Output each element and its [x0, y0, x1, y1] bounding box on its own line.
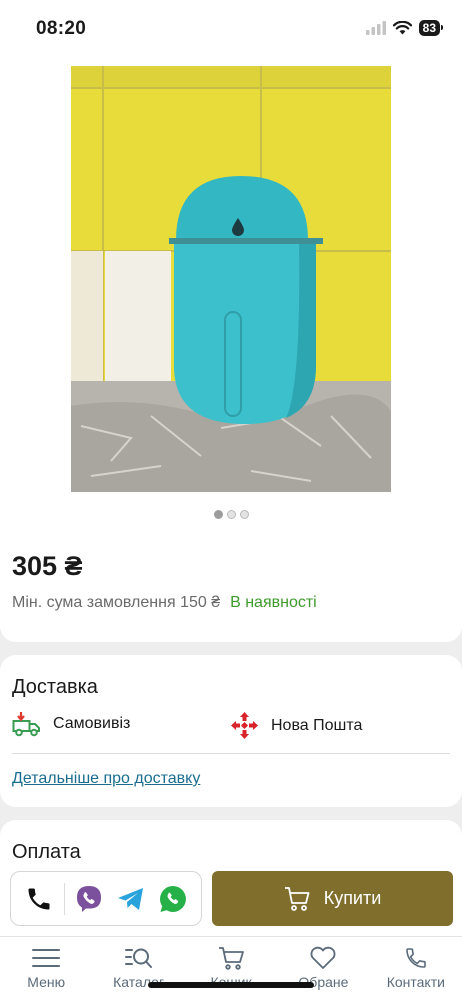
nav-item-label: Меню: [27, 974, 66, 990]
payment-title: Оплата: [12, 841, 81, 863]
cart-icon: [284, 886, 310, 911]
nav-item-contacts[interactable]: Контакти: [370, 937, 462, 999]
gallery-dot[interactable]: [213, 510, 223, 519]
buy-button-label: Купити: [323, 888, 382, 908]
whatsapp-button[interactable]: [158, 884, 188, 914]
messenger-buttons: [10, 871, 202, 926]
phone-icon: [28, 888, 50, 909]
product-card: 305 ₴ Мін. сума замовлення 150 ₴ В наявно…: [0, 58, 462, 642]
phone-icon: [406, 948, 426, 968]
nav-item-cart[interactable]: Кошик: [185, 937, 277, 999]
delivery-option-label: Самовивіз: [53, 715, 131, 732]
delivery-option-nova-poshta: Нова Пошта: [230, 711, 362, 740]
wifi-icon: [392, 21, 412, 35]
product-photo[interactable]: [71, 66, 391, 492]
gallery-dot[interactable]: [226, 510, 236, 519]
nav-item-menu[interactable]: Меню: [0, 937, 92, 999]
viber-icon: [77, 885, 101, 912]
divider: [12, 753, 450, 754]
telegram-icon: [118, 887, 143, 910]
min-order-text: Мін. сума замовлення 150 ₴: [12, 594, 221, 611]
nav-item-favorites[interactable]: Обране: [277, 937, 369, 999]
whatsapp-icon: [160, 885, 186, 912]
humidifier-photo: [71, 66, 391, 492]
delivery-option-pickup: Самовивіз: [12, 711, 130, 737]
telegram-button[interactable]: [116, 884, 146, 914]
menu-icon: [32, 949, 61, 967]
home-indicator: [148, 982, 314, 988]
nova-poshta-icon: [231, 712, 258, 739]
pickup-truck-icon: [12, 712, 40, 737]
heart-icon: [310, 946, 336, 969]
nav-item-label: Контакти: [386, 974, 445, 990]
delivery-title: Доставка: [12, 676, 98, 698]
battery-indicator: 83: [418, 20, 444, 36]
gallery-pagination: [0, 510, 462, 519]
gallery-dot[interactable]: [239, 510, 249, 519]
delivery-option-label: Нова Пошта: [271, 716, 363, 734]
buy-button[interactable]: Купити: [212, 871, 453, 926]
delivery-details-link[interactable]: Детальніше про доставку: [12, 770, 200, 788]
cart-icon: [219, 947, 244, 970]
status-time: 08:20: [36, 18, 87, 39]
viber-button[interactable]: [74, 884, 104, 914]
product-price: 305 ₴: [12, 551, 83, 581]
nav-item-catalog[interactable]: Каталог: [92, 937, 184, 999]
divider: [64, 882, 65, 915]
status-icons: 83: [365, 20, 444, 36]
catalog-search-icon: [124, 948, 152, 968]
bottom-nav: Меню Каталог Кошик Обране Контакти: [0, 936, 462, 999]
status-bar: 08:20 83: [0, 0, 462, 58]
availability-status: В наявності: [230, 594, 317, 611]
price-info-line: Мін. сума замовлення 150 ₴ В наявності: [12, 594, 317, 612]
action-bar: Купити: [0, 862, 462, 936]
delivery-card: Доставка Самовивіз Нова Пошта Детальніше…: [0, 655, 462, 807]
cellular-signal-icon: [365, 21, 386, 35]
phone-call-button[interactable]: [24, 884, 54, 914]
